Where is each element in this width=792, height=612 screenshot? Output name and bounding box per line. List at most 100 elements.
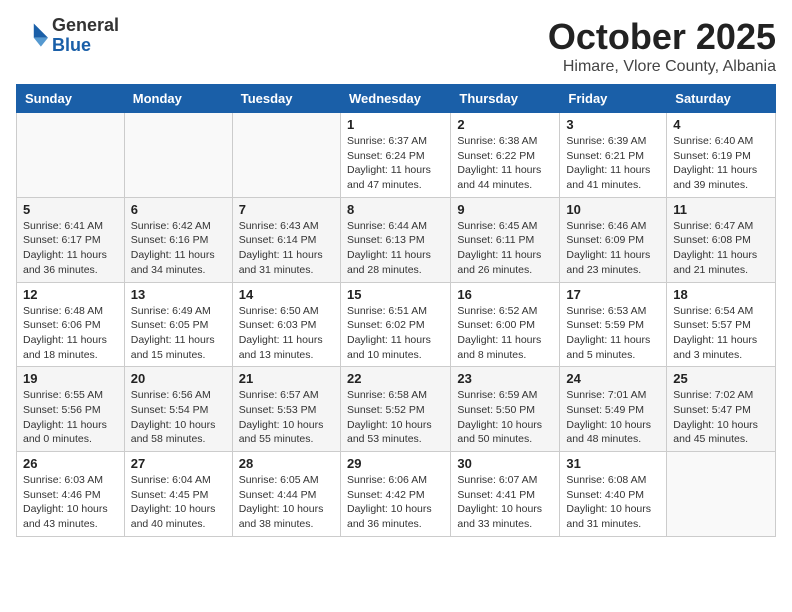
day-info: Sunrise: 6:46 AMSunset: 6:09 PMDaylight:… [566,219,660,278]
logo-blue: Blue [52,36,119,56]
day-number: 17 [566,287,660,302]
day-number: 24 [566,371,660,386]
day-number: 12 [23,287,118,302]
calendar-cell: 31 Sunrise: 6:08 AMSunset: 4:40 PMDayligh… [560,452,667,537]
day-info: Sunrise: 6:07 AMSunset: 4:41 PMDaylight:… [457,473,553,532]
calendar-cell: 20 Sunrise: 6:56 AMSunset: 5:54 PMDayligh… [124,367,232,452]
day-info: Sunrise: 7:01 AMSunset: 5:49 PMDaylight:… [566,388,660,447]
calendar-cell: 24 Sunrise: 7:01 AMSunset: 5:49 PMDayligh… [560,367,667,452]
day-number: 16 [457,287,553,302]
calendar-cell: 5 Sunrise: 6:41 AMSunset: 6:17 PMDaylight… [17,197,125,282]
calendar-cell: 23 Sunrise: 6:59 AMSunset: 5:50 PMDayligh… [451,367,560,452]
day-info: Sunrise: 6:06 AMSunset: 4:42 PMDaylight:… [347,473,444,532]
logo-text: General Blue [52,16,119,56]
day-number: 5 [23,202,118,217]
calendar-cell: 2Sunrise: 6:38 AMSunset: 6:22 PMDaylight… [451,113,560,198]
calendar-week-row: 12Sunrise: 6:48 AMSunset: 6:06 PMDayligh… [17,282,776,367]
day-info: Sunrise: 6:41 AMSunset: 6:17 PMDaylight:… [23,219,118,278]
day-info: Sunrise: 6:56 AMSunset: 5:54 PMDaylight:… [131,388,226,447]
calendar-cell: 21 Sunrise: 6:57 AMSunset: 5:53 PMDayligh… [232,367,340,452]
day-info: Sunrise: 6:44 AMSunset: 6:13 PMDaylight:… [347,219,444,278]
calendar-cell: 14Sunrise: 6:50 AMSunset: 6:03 PMDayligh… [232,282,340,367]
weekday-header-tuesday: Tuesday [232,85,340,113]
day-number: 31 [566,456,660,471]
day-info: Sunrise: 6:53 AMSunset: 5:59 PMDaylight:… [566,304,660,363]
day-info: Sunrise: 6:08 AMSunset: 4:40 PMDaylight:… [566,473,660,532]
weekday-header-thursday: Thursday [451,85,560,113]
day-number: 9 [457,202,553,217]
day-info: Sunrise: 6:55 AMSunset: 5:56 PMDaylight:… [23,388,118,447]
calendar-cell [17,113,125,198]
day-info: Sunrise: 6:05 AMSunset: 4:44 PMDaylight:… [239,473,334,532]
weekday-header-wednesday: Wednesday [340,85,450,113]
day-number: 7 [239,202,334,217]
day-number: 3 [566,117,660,132]
calendar-cell: 29 Sunrise: 6:06 AMSunset: 4:42 PMDayligh… [340,452,450,537]
calendar-cell [124,113,232,198]
day-info: Sunrise: 6:39 AMSunset: 6:21 PMDaylight:… [566,134,660,193]
day-number: 8 [347,202,444,217]
location-subtitle: Himare, Vlore County, Albania [548,58,776,76]
day-info: Sunrise: 6:54 AMSunset: 5:57 PMDaylight:… [673,304,769,363]
day-number: 29 [347,456,444,471]
day-number: 4 [673,117,769,132]
calendar-cell: 22 Sunrise: 6:58 AMSunset: 5:52 PMDayligh… [340,367,450,452]
calendar-week-row: 5 Sunrise: 6:41 AMSunset: 6:17 PMDaylight… [17,197,776,282]
weekday-header-row: SundayMondayTuesdayWednesdayThursdayFrid… [17,85,776,113]
calendar-table: SundayMondayTuesdayWednesdayThursdayFrid… [16,84,776,537]
day-number: 2 [457,117,553,132]
calendar-cell: 26Sunrise: 6:03 AMSunset: 4:46 PMDayligh… [17,452,125,537]
calendar-cell [667,452,776,537]
day-number: 19 [23,371,118,386]
day-info: Sunrise: 6:40 AMSunset: 6:19 PMDaylight:… [673,134,769,193]
day-info: Sunrise: 6:04 AMSunset: 4:45 PMDaylight:… [131,473,226,532]
calendar-cell: 1 Sunrise: 6:37 AMSunset: 6:24 PMDaylight… [340,113,450,198]
calendar-cell: 28Sunrise: 6:05 AMSunset: 4:44 PMDayligh… [232,452,340,537]
day-number: 23 [457,371,553,386]
calendar-cell: 7 Sunrise: 6:43 AMSunset: 6:14 PMDaylight… [232,197,340,282]
calendar-cell: 11Sunrise: 6:47 AMSunset: 6:08 PMDayligh… [667,197,776,282]
calendar-cell: 16 Sunrise: 6:52 AMSunset: 6:00 PMDayligh… [451,282,560,367]
calendar-cell: 15 Sunrise: 6:51 AMSunset: 6:02 PMDayligh… [340,282,450,367]
day-number: 21 [239,371,334,386]
day-number: 26 [23,456,118,471]
day-number: 15 [347,287,444,302]
calendar-cell: 12Sunrise: 6:48 AMSunset: 6:06 PMDayligh… [17,282,125,367]
day-info: Sunrise: 6:52 AMSunset: 6:00 PMDaylight:… [457,304,553,363]
day-info: Sunrise: 6:58 AMSunset: 5:52 PMDaylight:… [347,388,444,447]
day-number: 13 [131,287,226,302]
weekday-header-monday: Monday [124,85,232,113]
calendar-cell: 4 Sunrise: 6:40 AMSunset: 6:19 PMDaylight… [667,113,776,198]
title-block: October 2025 Himare, Vlore County, Alban… [548,16,776,76]
day-info: Sunrise: 6:57 AMSunset: 5:53 PMDaylight:… [239,388,334,447]
calendar-cell: 25Sunrise: 7:02 AMSunset: 5:47 PMDayligh… [667,367,776,452]
day-number: 6 [131,202,226,217]
day-number: 22 [347,371,444,386]
day-number: 1 [347,117,444,132]
day-info: Sunrise: 6:51 AMSunset: 6:02 PMDaylight:… [347,304,444,363]
calendar-cell: 27 Sunrise: 6:04 AMSunset: 4:45 PMDayligh… [124,452,232,537]
calendar-cell: 30 Sunrise: 6:07 AMSunset: 4:41 PMDayligh… [451,452,560,537]
day-number: 27 [131,456,226,471]
calendar-cell: 13Sunrise: 6:49 AMSunset: 6:05 PMDayligh… [124,282,232,367]
logo-icon [16,20,48,52]
day-info: Sunrise: 6:42 AMSunset: 6:16 PMDaylight:… [131,219,226,278]
logo-general: General [52,16,119,36]
day-info: Sunrise: 6:50 AMSunset: 6:03 PMDaylight:… [239,304,334,363]
calendar-cell: 10Sunrise: 6:46 AMSunset: 6:09 PMDayligh… [560,197,667,282]
calendar-cell: 6 Sunrise: 6:42 AMSunset: 6:16 PMDaylight… [124,197,232,282]
day-info: Sunrise: 6:47 AMSunset: 6:08 PMDaylight:… [673,219,769,278]
day-number: 18 [673,287,769,302]
day-info: Sunrise: 6:59 AMSunset: 5:50 PMDaylight:… [457,388,553,447]
calendar-cell: 19 Sunrise: 6:55 AMSunset: 5:56 PMDayligh… [17,367,125,452]
calendar-week-row: 26Sunrise: 6:03 AMSunset: 4:46 PMDayligh… [17,452,776,537]
page-header: General Blue October 2025 Himare, Vlore … [16,16,776,76]
day-number: 30 [457,456,553,471]
day-info: Sunrise: 6:37 AMSunset: 6:24 PMDaylight:… [347,134,444,193]
calendar-cell: 9 Sunrise: 6:45 AMSunset: 6:11 PMDaylight… [451,197,560,282]
calendar-cell: 17 Sunrise: 6:53 AMSunset: 5:59 PMDayligh… [560,282,667,367]
day-info: Sunrise: 6:43 AMSunset: 6:14 PMDaylight:… [239,219,334,278]
day-info: Sunrise: 6:45 AMSunset: 6:11 PMDaylight:… [457,219,553,278]
logo: General Blue [16,16,119,56]
day-number: 20 [131,371,226,386]
